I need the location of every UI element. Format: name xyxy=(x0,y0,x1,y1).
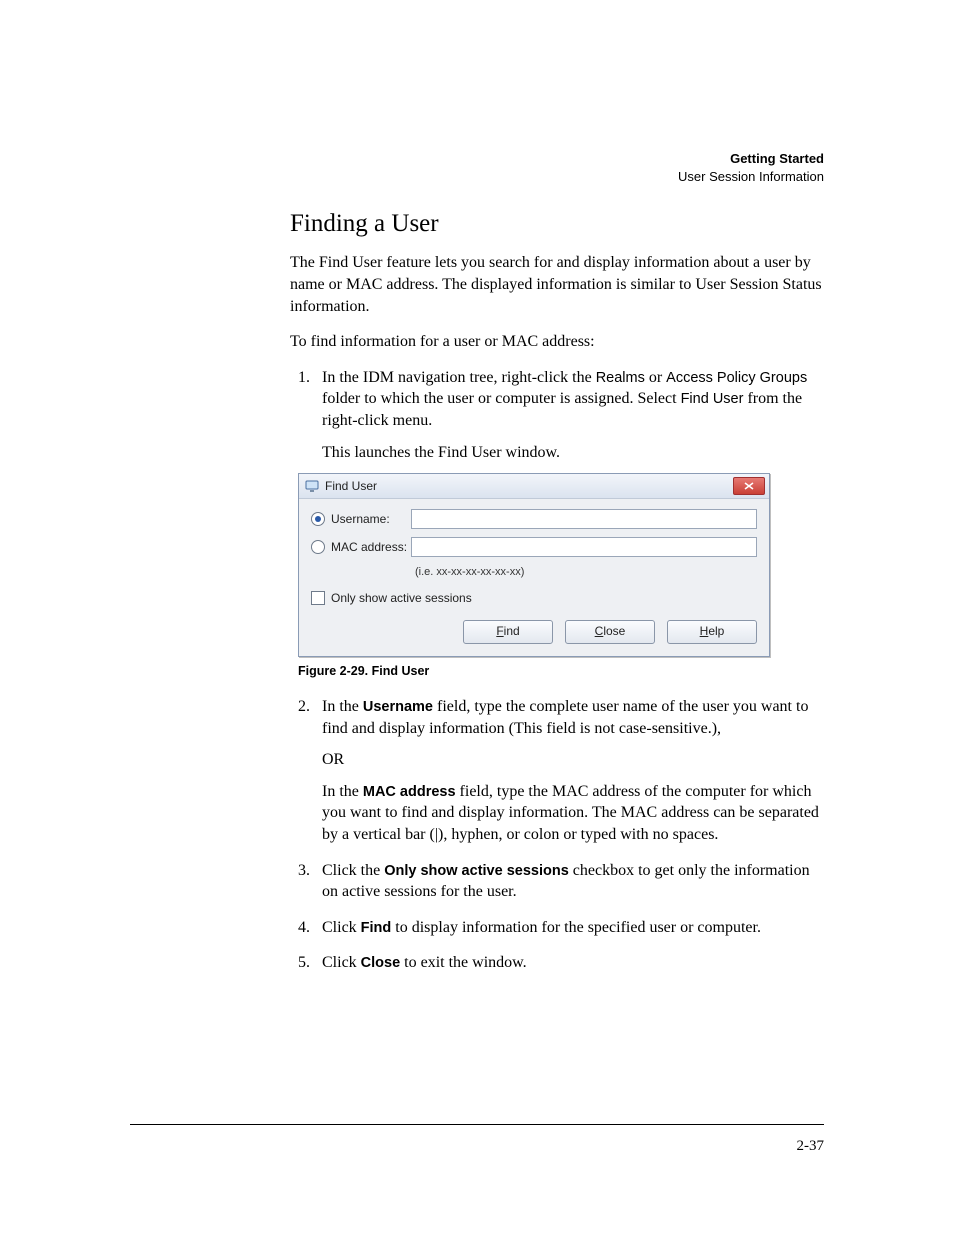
mac-label: MAC address: xyxy=(331,539,411,555)
titlebar-left: Find User xyxy=(305,478,377,494)
bold-active-sessions: Only show active sessions xyxy=(384,863,569,879)
bold-find: Find xyxy=(361,920,392,936)
step-1-text: In the IDM navigation tree, right-click … xyxy=(322,367,824,432)
term-find-user: Find User xyxy=(681,391,744,407)
username-radio[interactable] xyxy=(311,512,325,526)
username-input[interactable] xyxy=(411,509,757,529)
mac-radio[interactable] xyxy=(311,540,325,554)
help-button[interactable]: Help xyxy=(667,620,757,644)
content-area: Finding a User The Find User feature let… xyxy=(290,210,824,974)
figure-caption: Figure 2-29. Find User xyxy=(298,663,824,680)
term-access-policy-groups: Access Policy Groups xyxy=(666,370,807,386)
dialog-title: Find User xyxy=(325,478,377,494)
steps-list: In the IDM navigation tree, right-click … xyxy=(290,367,824,974)
close-dialog-button[interactable]: Close xyxy=(565,620,655,644)
step-1-launch: This launches the Find User window. xyxy=(322,442,824,464)
active-sessions-label: Only show active sessions xyxy=(331,590,472,606)
dialog-titlebar: Find User xyxy=(299,474,769,499)
header-subtitle: User Session Information xyxy=(130,168,824,186)
bold-close: Close xyxy=(361,955,401,971)
step-3-text: Click the Only show active sessions chec… xyxy=(322,860,824,903)
figure-block: Find User xyxy=(298,473,824,680)
step-5: Click Close to exit the window. xyxy=(314,952,824,974)
mac-row: MAC address: xyxy=(311,537,757,557)
footer-rule xyxy=(130,1124,824,1125)
section-heading: Finding a User xyxy=(290,210,824,238)
lead-in-paragraph: To find information for a user or MAC ad… xyxy=(290,331,824,353)
active-sessions-checkbox[interactable] xyxy=(311,591,325,605)
step-2-username: In the Username field, type the complete… xyxy=(322,696,824,739)
find-user-dialog: Find User xyxy=(298,473,770,657)
step-4-text: Click Find to display information for th… xyxy=(322,917,824,939)
dialog-body: Username: MAC address: (i.e. xx-xx-xx-xx… xyxy=(299,499,769,656)
bold-username: Username xyxy=(363,699,433,715)
mac-input[interactable] xyxy=(411,537,757,557)
dialog-button-row: Find Close Help xyxy=(311,620,757,644)
close-icon xyxy=(744,482,754,490)
radio-dot-icon xyxy=(315,516,321,522)
mac-hint: (i.e. xx-xx-xx-xx-xx-xx) xyxy=(415,565,757,580)
close-button[interactable] xyxy=(733,477,765,495)
bold-mac-address: MAC address xyxy=(363,784,456,800)
header-title: Getting Started xyxy=(130,150,824,168)
term-realms: Realms xyxy=(596,370,645,386)
page-number: 2-37 xyxy=(797,1138,825,1155)
username-row: Username: xyxy=(311,509,757,529)
find-button[interactable]: Find xyxy=(463,620,553,644)
page-header: Getting Started User Session Information xyxy=(130,150,824,186)
step-5-text: Click Close to exit the window. xyxy=(322,952,824,974)
step-4: Click Find to display information for th… xyxy=(314,917,824,939)
document-page: Getting Started User Session Information… xyxy=(0,0,954,1235)
step-2-mac: In the MAC address field, type the MAC a… xyxy=(322,781,824,846)
step-2: In the Username field, type the complete… xyxy=(314,696,824,846)
step-3: Click the Only show active sessions chec… xyxy=(314,860,824,903)
intro-paragraph: The Find User feature lets you search fo… xyxy=(290,252,824,317)
step-2-or: OR xyxy=(322,749,824,771)
step-1: In the IDM navigation tree, right-click … xyxy=(314,367,824,680)
username-label: Username: xyxy=(331,511,411,527)
active-sessions-row: Only show active sessions xyxy=(311,590,757,606)
monitor-icon xyxy=(305,480,319,492)
